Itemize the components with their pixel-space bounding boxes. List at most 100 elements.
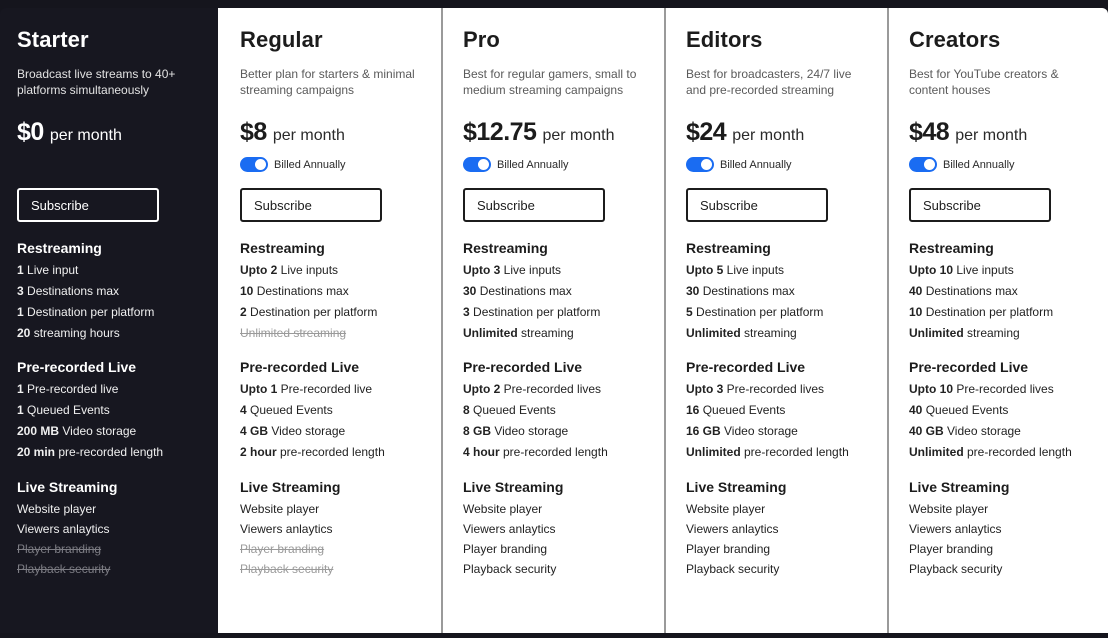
live-streaming-section: Live Streaming Website player Viewers anla… [909, 479, 1009, 579]
feature-value: Upto 2 [240, 263, 278, 277]
plan-title: Starter [17, 27, 89, 52]
restreaming-section: Restreaming Upto 2 Live inputs 10 Destinat… [240, 240, 377, 344]
feature-item: Viewers anlaytics [686, 522, 779, 536]
plan-card-regular: Regular Better plan for starters & minim… [218, 8, 441, 633]
live-streaming-section: Live Streaming Website player Viewers anla… [240, 479, 340, 579]
feature-item: 40 GB Video storage [909, 424, 1021, 438]
feature-item: Unlimited pre-recorded length [909, 445, 1072, 459]
feature-item: 30 Destinations max [686, 284, 795, 298]
feature-value: 20 min [17, 445, 56, 459]
price-amount: $24 [686, 118, 727, 146]
feature-item: 2 Destination per platform [240, 305, 378, 319]
feature-item: 40 Destinations max [909, 284, 1018, 298]
feature-value: Upto 10 [909, 263, 954, 277]
feature-value: Upto 1 [240, 382, 278, 396]
billed-annually-toggle[interactable] [240, 157, 268, 172]
section-title: Restreaming [463, 240, 548, 256]
prerecorded-section: Pre-recorded Live Upto 10 Pre-recorded li… [909, 359, 1072, 463]
toggle-knob [478, 159, 489, 170]
plan-price: $12.75 per month [463, 118, 615, 147]
feature-value: 20 [17, 326, 31, 340]
feature-item: 1 Live input [17, 263, 79, 277]
feature-item: Upto 3 Live inputs [463, 263, 562, 277]
feature-item: Playback security [686, 562, 780, 576]
feature-item: 20 streaming hours [17, 326, 120, 340]
feature-item: Viewers anlaytics [909, 522, 1002, 536]
prerecorded-section: Pre-recorded Live 1 Pre-recorded live 1 Qu… [17, 359, 163, 463]
plan-price: $48 per month [909, 118, 1027, 147]
feature-item: Upto 2 Pre-recorded lives [463, 382, 602, 396]
toggle-knob [255, 159, 266, 170]
feature-item: Upto 3 Pre-recorded lives [686, 382, 825, 396]
feature-item: 200 MB Video storage [17, 424, 137, 438]
feature-value: 16 [686, 403, 700, 417]
plan-description: Best for YouTube creators & content hous… [909, 67, 1059, 97]
feature-value: 16 GB [686, 424, 721, 438]
feature-item: Player branding [240, 542, 325, 556]
feature-item: Website player [463, 502, 543, 516]
feature-value: 30 [686, 284, 700, 298]
billing-toggle-row: Billed Annually [909, 157, 1015, 172]
feature-value: 200 MB [17, 424, 60, 438]
feature-item: 4 GB Video storage [240, 424, 346, 438]
section-title: Live Streaming [909, 479, 1010, 495]
feature-item: Website player [686, 502, 766, 516]
feature-item: Unlimited streaming [240, 326, 347, 340]
restreaming-section: Restreaming 1 Live input 3 Destinations ma… [17, 240, 154, 344]
feature-item: Upto 10 Pre-recorded lives [909, 382, 1054, 396]
feature-value: Upto 3 [463, 263, 501, 277]
billing-label: Billed Annually [274, 158, 346, 171]
feature-item: Upto 2 Live inputs [240, 263, 339, 277]
feature-item: Website player [240, 502, 320, 516]
feature-value: 4 hour [463, 445, 500, 459]
feature-value: 30 [463, 284, 477, 298]
feature-item: 4 Queued Events [240, 403, 333, 417]
subscribe-button[interactable]: Subscribe [909, 188, 1051, 222]
feature-value: 5 [686, 305, 693, 319]
price-period: per month [955, 127, 1028, 144]
subscribe-button[interactable]: Subscribe [17, 188, 159, 222]
billed-annually-toggle[interactable] [909, 157, 937, 172]
feature-item: 1 Destination per platform [17, 305, 155, 319]
feature-value: Upto 3 [686, 382, 724, 396]
section-title: Pre-recorded Live [463, 359, 583, 375]
section-title: Restreaming [909, 240, 994, 256]
section-title: Live Streaming [463, 479, 564, 495]
toggle-knob [924, 159, 935, 170]
feature-item: Player branding [463, 542, 548, 556]
prerecorded-section: Pre-recorded Live Upto 3 Pre-recorded liv… [686, 359, 849, 463]
section-title: Live Streaming [17, 479, 118, 495]
live-streaming-section: Live Streaming Website player Viewers anla… [686, 479, 786, 579]
subscribe-button[interactable]: Subscribe [240, 188, 382, 222]
feature-item: Upto 1 Pre-recorded live [240, 382, 373, 396]
subscribe-button[interactable]: Subscribe [463, 188, 605, 222]
feature-item: Website player [909, 502, 989, 516]
feature-value: 4 GB [240, 424, 269, 438]
feature-item: Unlimited pre-recorded length [686, 445, 849, 459]
feature-item: 1 Queued Events [17, 403, 110, 417]
pricing-board: Starter Broadcast live streams to 40+ pl… [0, 8, 1108, 633]
feature-value: 3 [17, 284, 24, 298]
section-title: Pre-recorded Live [17, 359, 137, 375]
billed-annually-toggle[interactable] [686, 157, 714, 172]
feature-value: 1 [17, 403, 24, 417]
feature-value: 40 [909, 284, 923, 298]
feature-value: Unlimited [686, 326, 741, 340]
feature-value: 2 hour [240, 445, 277, 459]
billed-annually-toggle[interactable] [463, 157, 491, 172]
price-period: per month [272, 127, 345, 144]
feature-item: Player branding [17, 542, 102, 556]
plan-description: Broadcast live streams to 40+ platforms … [17, 67, 176, 97]
price-period: per month [732, 127, 805, 144]
feature-value: Unlimited [686, 445, 741, 459]
feature-value: 1 [17, 382, 24, 396]
plan-card-creators: Creators Best for YouTube creators & con… [887, 8, 1108, 633]
subscribe-button[interactable]: Subscribe [686, 188, 828, 222]
feature-item: Unlimited streaming [909, 326, 1020, 340]
live-streaming-section: Live Streaming Website player Viewers anla… [17, 479, 117, 579]
feature-value: 1 [17, 305, 24, 319]
billing-toggle-row: Billed Annually [463, 157, 569, 172]
feature-value: Unlimited [909, 326, 964, 340]
feature-item: Playback security [909, 562, 1003, 576]
feature-item: 8 Queued Events [463, 403, 556, 417]
